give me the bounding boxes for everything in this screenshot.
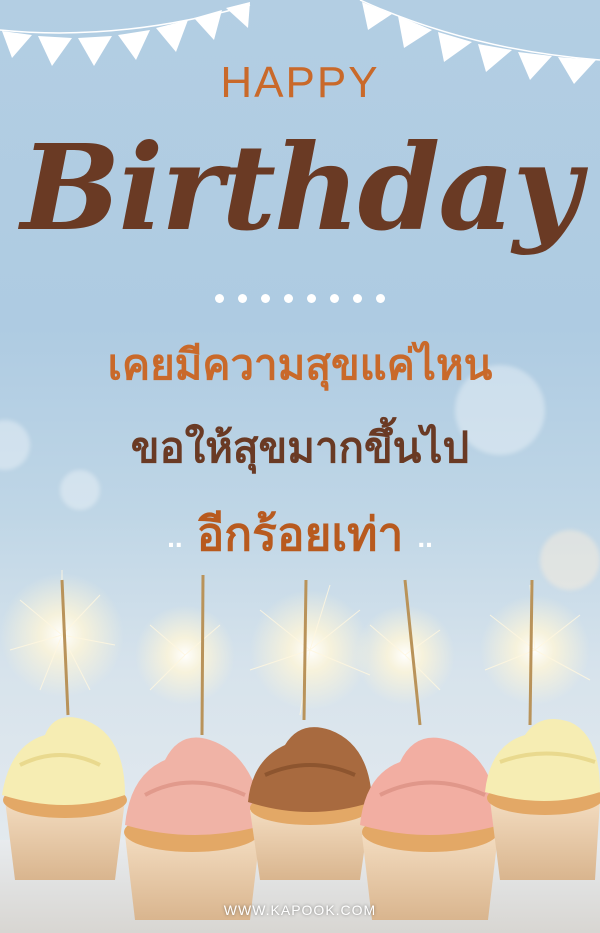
- wish-line-2: ขอให้สุขมากขึ้นไป: [130, 424, 470, 471]
- cupcake-yellow-left: [2, 717, 127, 880]
- sparkler-glows: [0, 573, 590, 710]
- birthday-heading: Birthday: [20, 118, 582, 257]
- birthday-card: HAPPY Birthday เคยมีความสุขแค่ไหน ขอให้ส…: [0, 0, 600, 933]
- cupcakes-illustration: [0, 570, 600, 933]
- wish-line-1: เคยมีความสุขแค่ไหน: [107, 341, 493, 388]
- cupcake-yellow-right: [485, 718, 600, 880]
- watermark-text: WWW.KAPOOK.COM: [223, 902, 377, 918]
- cupcake-chocolate: [248, 727, 372, 880]
- cupcake-pink-right: [360, 737, 500, 920]
- cupcake-pink-left: [124, 737, 265, 920]
- happy-heading: HAPPY: [220, 58, 380, 107]
- dot-divider: [0, 288, 600, 307]
